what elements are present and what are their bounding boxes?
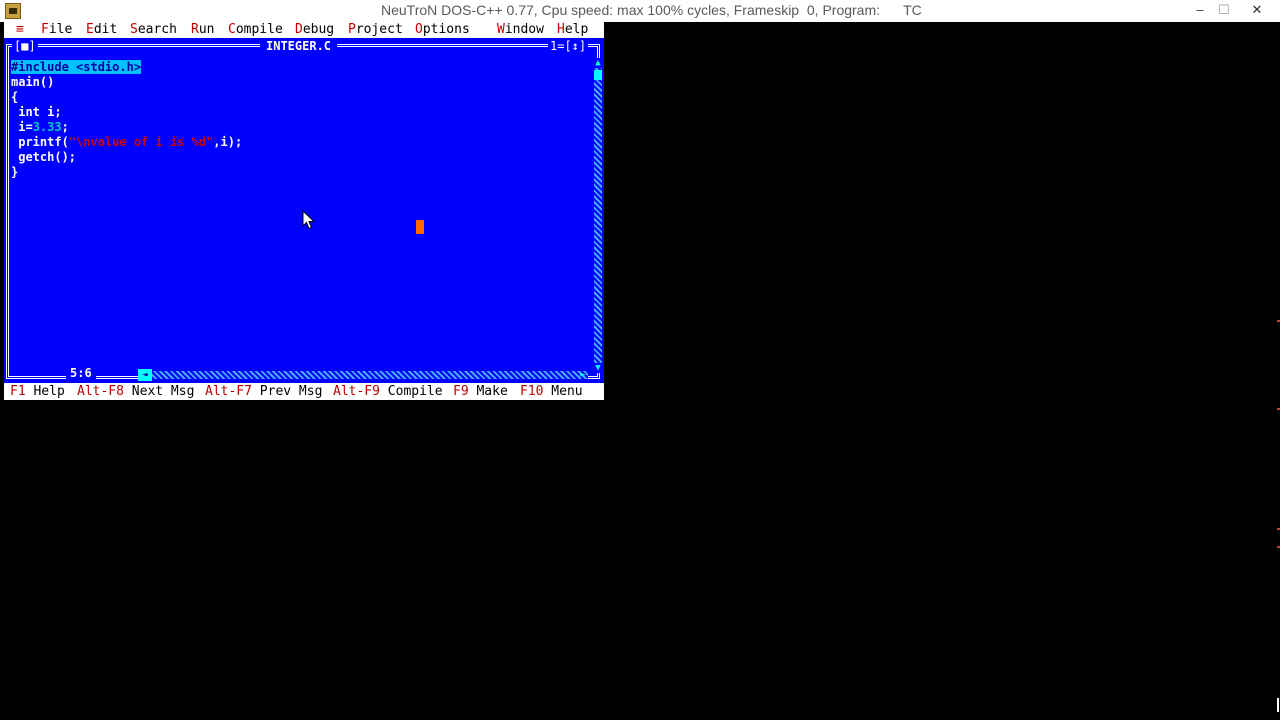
- status-compile[interactable]: Alt-F9 Compile: [333, 383, 443, 400]
- mouse-pointer-icon: [302, 210, 316, 230]
- status-prev-msg[interactable]: Alt-F7 Prev Msg: [205, 383, 322, 400]
- edge-mark: [1277, 698, 1279, 712]
- menu-debug-label: ebug: [302, 22, 335, 37]
- code-line-4: int i;: [11, 105, 62, 119]
- menu-search-hotkey: S: [130, 22, 138, 37]
- status-prev-msg-label: Prev Msg: [251, 384, 323, 399]
- status-compile-label: Compile: [379, 384, 443, 399]
- menu-compile-label: ompile: [235, 22, 283, 37]
- menu-search-label: earch: [137, 22, 177, 37]
- menu-run-hotkey: R: [191, 22, 199, 37]
- menu-window-label: indow: [504, 22, 544, 37]
- menu-file-hotkey: F: [41, 22, 49, 37]
- menu-project[interactable]: Project: [348, 22, 403, 38]
- scroll-right-arrow-icon[interactable]: ►: [578, 369, 588, 381]
- menu-bar: ≡ File Edit Search Run Compile Debug Pro…: [4, 22, 604, 38]
- menu-run[interactable]: Run: [191, 22, 214, 38]
- window-title: NeuTroN DOS-C++ 0.77, Cpu speed: max 100…: [381, 2, 922, 18]
- editor-close-box[interactable]: [■]: [12, 39, 38, 53]
- menu-run-label: un: [198, 22, 215, 37]
- menu-window[interactable]: Window: [497, 22, 544, 38]
- code-line-5-end: ;: [61, 120, 69, 134]
- code-line-3: {: [11, 90, 19, 104]
- status-make[interactable]: F9 Make: [453, 383, 508, 400]
- code-line-5-start: i=: [11, 120, 33, 134]
- menu-debug[interactable]: Debug: [295, 22, 334, 38]
- scroll-left-arrow-icon[interactable]: ◄: [138, 369, 152, 381]
- menu-help[interactable]: Help: [557, 22, 588, 38]
- numeric-literal: 3.33: [32, 120, 62, 134]
- menu-options-label: ptions: [422, 22, 470, 37]
- status-next-msg-label: Next Msg: [123, 384, 195, 399]
- menu-compile-hotkey: C: [228, 22, 236, 37]
- code-line-6-start: printf(: [11, 135, 69, 149]
- vertical-scrollbar[interactable]: ▲ ▼: [594, 58, 602, 373]
- menu-edit-hotkey: E: [86, 22, 94, 37]
- vertical-scroll-thumb[interactable]: [594, 70, 602, 80]
- status-menu-key: F10: [520, 384, 544, 399]
- editor-filename: INTEGER.C: [260, 39, 338, 53]
- menu-debug-hotkey: D: [295, 22, 303, 37]
- status-make-label: Make: [468, 384, 508, 399]
- status-menu-label: Menu: [543, 384, 583, 399]
- menu-edit-label: dit: [93, 22, 118, 37]
- editor-window-number[interactable]: 1=[↕]: [548, 39, 589, 53]
- scroll-down-arrow-icon[interactable]: ▼: [594, 363, 602, 373]
- menu-options-hotkey: O: [415, 22, 423, 37]
- status-bar: F1 Help Alt-F8 Next Msg Alt-F7 Prev Msg …: [4, 383, 604, 400]
- status-compile-key: Alt-F9: [333, 384, 380, 399]
- status-next-msg-key: Alt-F8: [77, 384, 124, 399]
- string-literal: "\nvalue of i is %d": [68, 135, 214, 149]
- menu-compile[interactable]: Compile: [228, 22, 283, 38]
- code-editor[interactable]: #include <stdio.h> main() { int i; i=3.3…: [11, 60, 242, 180]
- menu-window-hotkey: W: [497, 22, 505, 37]
- menu-file-label: ile: [48, 22, 73, 37]
- menu-search[interactable]: Search: [130, 22, 177, 38]
- cursor-position-indicator: 5:6: [66, 366, 96, 380]
- code-line-6: printf("\nvalue of i is %d",i);: [11, 135, 242, 149]
- menu-file[interactable]: File: [41, 22, 72, 38]
- status-prev-msg-key: Alt-F7: [205, 384, 252, 399]
- maximize-button[interactable]: ☐: [1214, 0, 1234, 22]
- status-help[interactable]: F1 Help: [10, 383, 65, 400]
- code-line-2: main(): [11, 75, 55, 89]
- code-line-1: #include <stdio.h>: [11, 60, 142, 74]
- menu-options[interactable]: Options: [415, 22, 470, 38]
- menu-project-hotkey: P: [348, 22, 356, 37]
- menu-project-label: roject: [355, 22, 403, 37]
- close-button[interactable]: ✕: [1234, 0, 1280, 22]
- code-line-7: getch();: [11, 150, 77, 164]
- minimize-button[interactable]: –: [1186, 0, 1214, 22]
- status-next-msg[interactable]: Alt-F8 Next Msg: [77, 383, 194, 400]
- status-menu[interactable]: F10 Menu: [520, 383, 583, 400]
- horizontal-scrollbar[interactable]: ◄ ►: [138, 369, 588, 381]
- dos-mouse-cursor-block: [416, 220, 424, 234]
- window-titlebar[interactable]: NeuTroN DOS-C++ 0.77, Cpu speed: max 100…: [0, 0, 1280, 22]
- dosbox-app-icon[interactable]: [5, 3, 21, 19]
- scroll-up-arrow-icon[interactable]: ▲: [594, 58, 602, 68]
- menu-edit[interactable]: Edit: [86, 22, 117, 38]
- screen-edge-artifacts: [1274, 320, 1280, 720]
- menu-help-hotkey: H: [557, 22, 565, 37]
- menu-help-label: elp: [564, 22, 589, 37]
- status-make-key: F9: [453, 384, 469, 399]
- code-line-5: i=3.33;: [11, 120, 69, 134]
- system-menu-icon[interactable]: ≡: [16, 22, 24, 38]
- status-help-key: F1: [10, 384, 26, 399]
- code-line-8: }: [11, 165, 19, 179]
- status-help-label: Help: [25, 384, 65, 399]
- code-line-6-end: ,i);: [213, 135, 243, 149]
